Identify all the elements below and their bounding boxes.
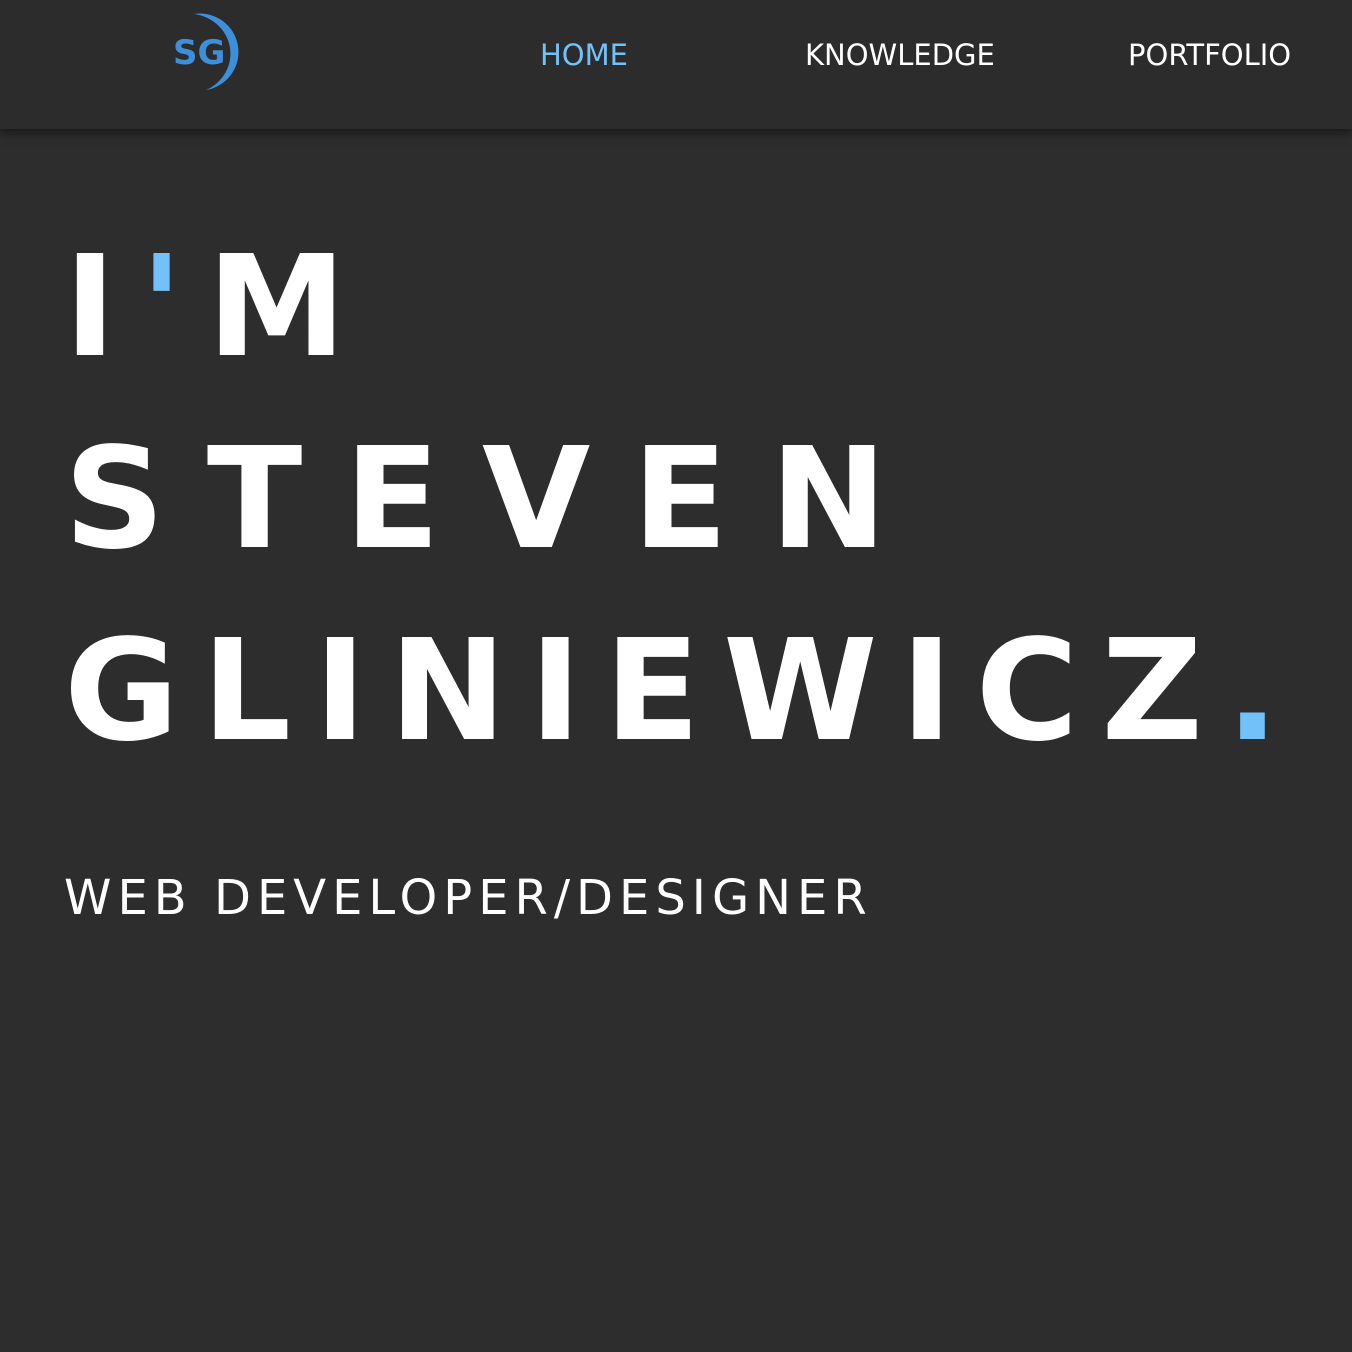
hero-last-name-text: GLINIEWICZ <box>64 610 1226 773</box>
hero-apostrophe: ' <box>140 226 207 389</box>
nav-portfolio-link[interactable]: PORTFOLIO <box>1128 36 1291 74</box>
nav-knowledge-link[interactable]: KNOWLEDGE <box>805 36 995 74</box>
hero-line-im: I'M <box>64 238 370 378</box>
sg-logo-icon: SG <box>173 13 239 90</box>
hero-period: . <box>1225 610 1303 773</box>
top-navbar: SG HOME KNOWLEDGE PORTFOLIO <box>0 0 1352 129</box>
page: SG HOME KNOWLEDGE PORTFOLIO I'M STEVEN G… <box>0 0 1352 1352</box>
hero-line-first-name: STEVEN <box>64 418 930 581</box>
logo-text: SG <box>173 33 225 73</box>
hero-line-last-name: GLINIEWICZ. <box>64 622 1302 762</box>
nav-home-link[interactable]: HOME <box>540 36 628 74</box>
hero-im-m: M <box>206 226 371 389</box>
logo-link[interactable]: SG <box>168 10 258 94</box>
hero-im-i: I <box>64 226 141 389</box>
hero-subtitle: WEB DEVELOPER/DESIGNER <box>64 870 873 926</box>
